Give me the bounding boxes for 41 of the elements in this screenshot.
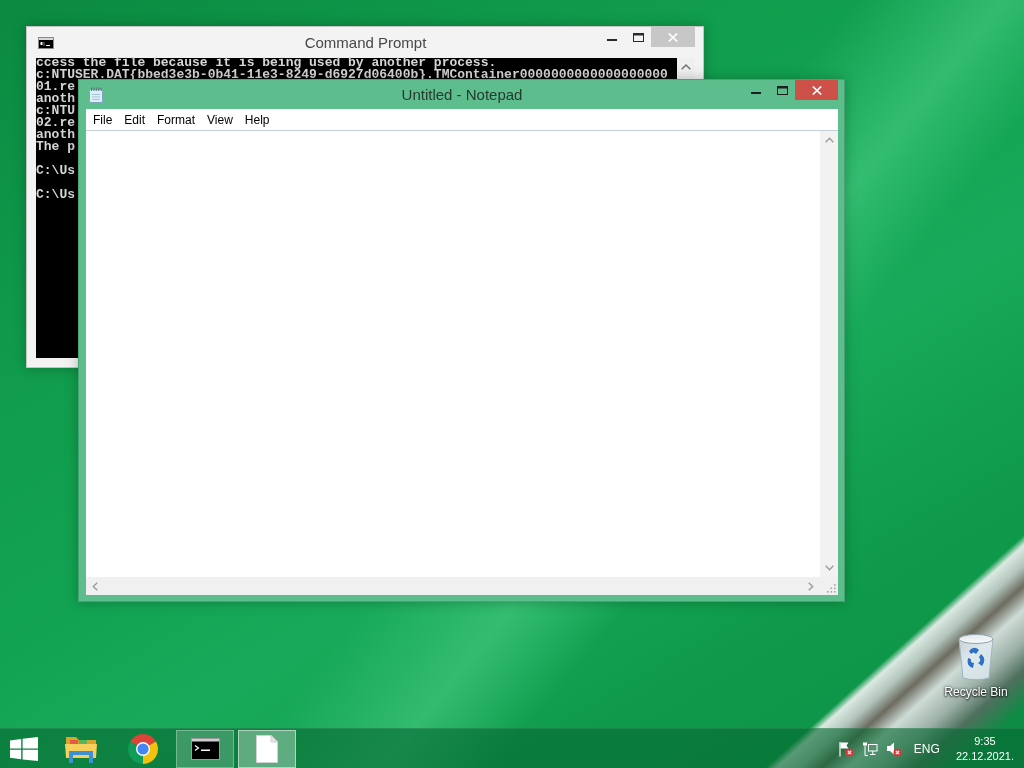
taskbar-button[interactable] [176,729,234,768]
network-icon[interactable] [861,740,878,757]
maximize-icon[interactable] [776,85,788,95]
horizontal-scrollbar[interactable] [86,577,820,595]
language-button[interactable]: ENG [909,733,944,764]
chevron-left-icon[interactable] [92,581,98,591]
clock-button[interactable]: 9:35 22.12.2021. [951,730,1018,767]
desktop-shortcut[interactable]: Recycle Bin [940,630,1012,701]
console-line: c:NTUSER.DAT{bbed3e3b-0b41-11e3-8249-d6927d06400b}.TMContainer0000000000000000000 [36,70,668,79]
windows-logo-icon[interactable] [10,736,38,761]
maximize-icon[interactable] [632,32,644,42]
console-line: c:NTU [36,106,75,115]
console-line: anoth [36,94,75,103]
flag-with-x-icon[interactable] [837,740,854,757]
console-icon[interactable] [190,737,220,760]
vertical-scrollbar[interactable] [820,131,838,577]
menu-item[interactable]: File [87,109,119,130]
console-line: C:\Us [36,166,75,175]
menu-item[interactable]: Edit [118,109,152,130]
chevron-down-icon[interactable] [824,565,834,571]
muted-speaker-icon[interactable] [885,740,902,757]
chrome-logo-icon[interactable] [127,732,159,765]
chevron-up-icon[interactable] [824,137,834,143]
menu-item[interactable]: Help [238,109,276,130]
console-line: ccess the file because it is being used by another process. [36,58,497,67]
menu-item[interactable]: View [201,109,239,130]
menu-item[interactable]: Format [151,109,202,130]
console-line: 02.re [36,118,75,127]
console-line: C:\Us [36,190,75,199]
close-icon[interactable] [811,85,822,95]
window-title: Untitled - Notepad [401,86,523,103]
console-line: anoth [36,130,75,139]
window-title: Command Prompt [304,34,427,51]
trash-can-icon[interactable] [956,632,996,682]
chevron-right-icon[interactable] [808,581,814,591]
notebook-icon[interactable] [89,86,103,103]
console-icon[interactable] [38,36,54,49]
close-button[interactable] [795,80,838,100]
page-icon[interactable] [256,734,278,763]
console-line: 01.re [36,82,75,91]
console-line: The p [36,142,75,151]
